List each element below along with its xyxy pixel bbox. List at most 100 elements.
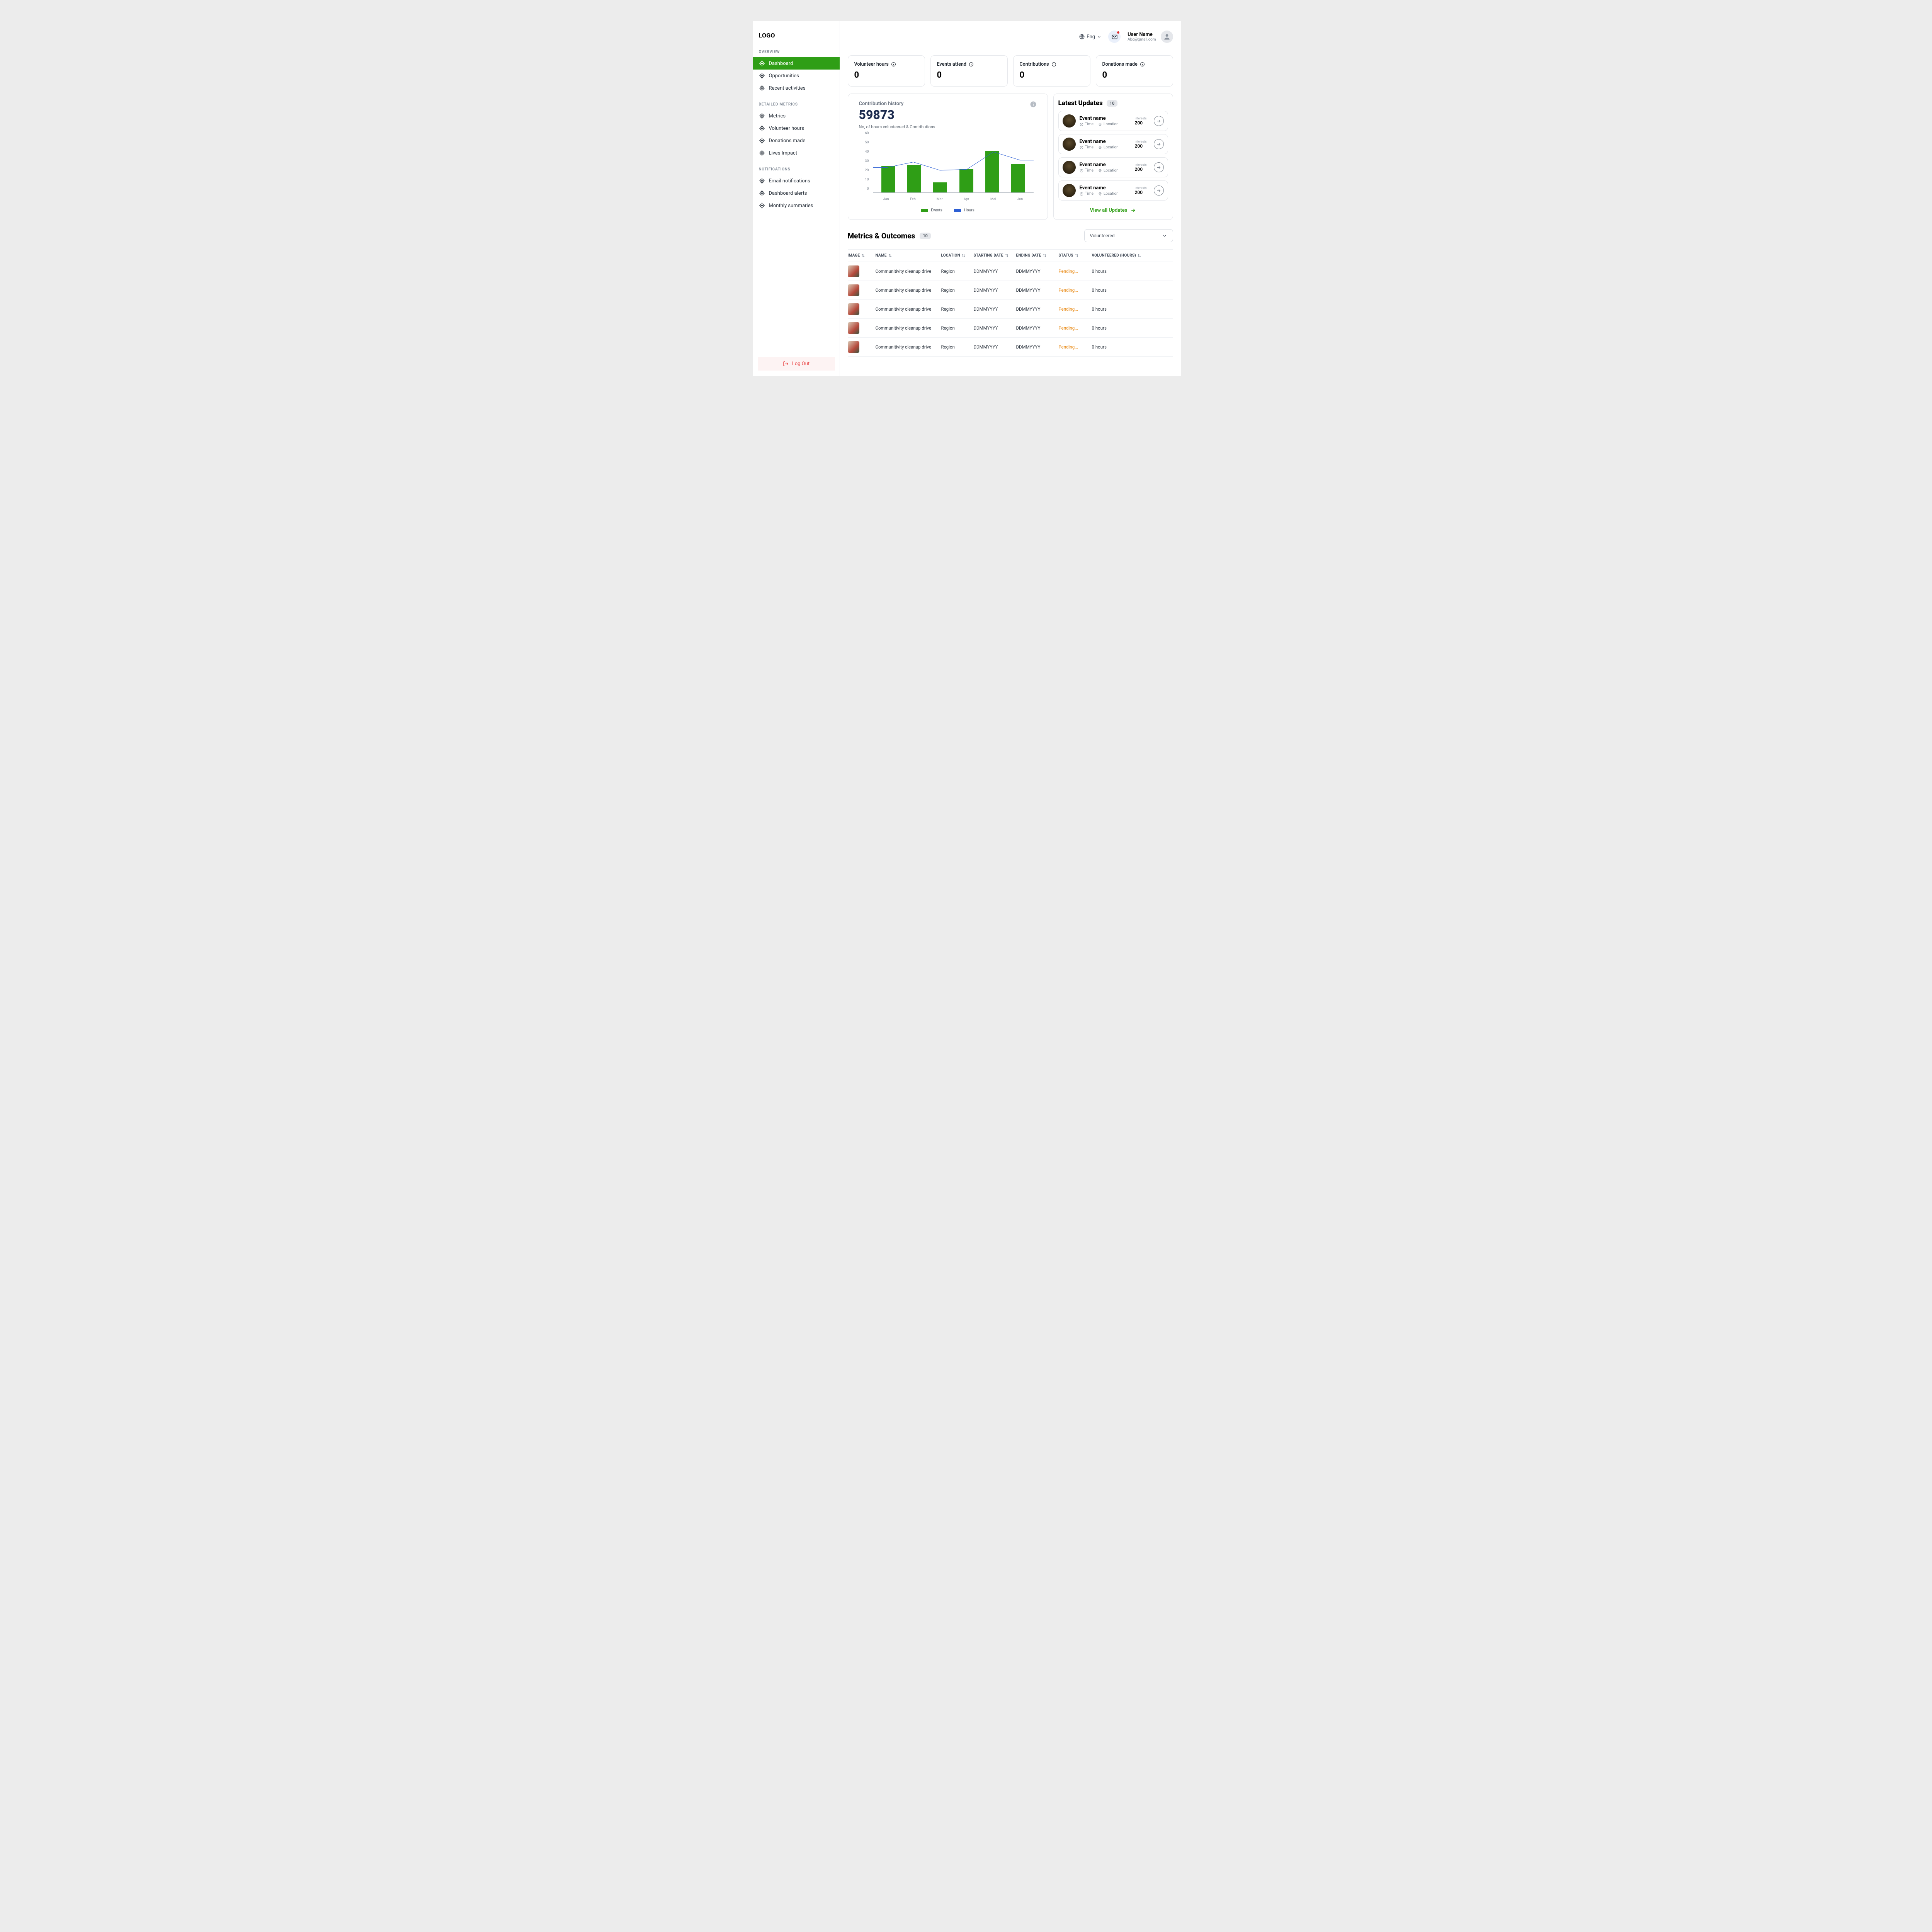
sidebar-item-volunteer-hours[interactable]: Volunteer hours: [753, 122, 840, 134]
cell-hours: 0 hours: [1092, 306, 1146, 312]
sort-icon: [888, 254, 892, 257]
cell-end: DDMMYYYY: [1016, 344, 1059, 350]
x-tick: Mar: [933, 194, 947, 203]
target-icon: [759, 125, 765, 131]
chart-bar: [985, 151, 999, 192]
table-header[interactable]: VOLUNTEERED (HOURS): [1092, 253, 1146, 258]
y-tick: 20: [865, 168, 869, 172]
table-header[interactable]: ENDING DATE: [1016, 253, 1059, 258]
metrics-table: IMAGENAMELOCATIONSTARTING DATEENDING DAT…: [848, 249, 1173, 357]
row-thumbnail: [848, 284, 859, 296]
sidebar-item-label: Opportunities: [769, 73, 799, 79]
history-chart: 0102030405060 JanFebMarAprMaiJun: [859, 137, 1037, 203]
metrics-filter-select[interactable]: Volunteered: [1084, 229, 1173, 242]
info-icon[interactable]: [891, 62, 896, 67]
cell-location: Region: [941, 287, 974, 293]
update-item[interactable]: Event nameTimeLocationinterests200: [1058, 157, 1168, 177]
target-icon: [759, 178, 765, 184]
updates-title: Latest Updates: [1058, 99, 1103, 107]
event-name: Event name: [1080, 116, 1131, 121]
clock-icon: [1080, 122, 1083, 126]
view-all-updates-link[interactable]: View all Updates: [1058, 204, 1168, 214]
user-icon: [1163, 33, 1171, 41]
sort-icon: [1138, 254, 1141, 257]
cell-image: [848, 322, 876, 334]
cell-end: DDMMYYYY: [1016, 325, 1059, 331]
user-block[interactable]: User Name Abc@gmail.com: [1128, 31, 1173, 43]
main-content: Eng User Name Abc@gmail.com Volunteer ho…: [840, 21, 1181, 376]
stat-card: Events attend0: [930, 55, 1008, 87]
table-header[interactable]: IMAGE: [848, 253, 876, 258]
event-location: Location: [1098, 145, 1119, 150]
sidebar-item-label: Recent activities: [769, 85, 806, 91]
event-name: Event name: [1080, 185, 1131, 191]
user-name: User Name: [1128, 32, 1156, 37]
cell-location: Region: [941, 325, 974, 331]
interests-label: interests: [1135, 140, 1147, 143]
logout-button[interactable]: Log Out: [758, 357, 835, 371]
target-icon: [759, 190, 765, 196]
table-header[interactable]: LOCATION: [941, 253, 974, 258]
cell-start: DDMMYYYY: [974, 269, 1016, 274]
cell-name: Communitivity cleanup drive: [876, 269, 941, 274]
update-item[interactable]: Event nameTimeLocationinterests200: [1058, 180, 1168, 201]
interests-label: interests: [1135, 117, 1147, 120]
info-icon[interactable]: [969, 62, 974, 67]
sidebar-item-metrics[interactable]: Metrics: [753, 110, 840, 122]
sidebar-item-label: Lives Impact: [769, 150, 798, 156]
sidebar-item-dashboard-alerts[interactable]: Dashboard alerts: [753, 187, 840, 199]
clock-icon: [1080, 169, 1083, 173]
event-location: Location: [1098, 192, 1119, 196]
update-item[interactable]: Event nameTimeLocationinterests200: [1058, 134, 1168, 154]
x-tick: Mai: [986, 194, 1000, 203]
y-tick: 40: [865, 150, 869, 154]
sidebar-item-label: Donations made: [769, 138, 806, 144]
table-row[interactable]: Communitivity cleanup driveRegionDDMMYYY…: [848, 338, 1173, 357]
sidebar-item-label: Email notifications: [769, 178, 810, 184]
section-label: OVERVIEW: [753, 49, 840, 57]
y-tick: 50: [865, 141, 869, 145]
pin-icon: [1098, 169, 1102, 173]
language-switcher[interactable]: Eng: [1079, 34, 1101, 40]
interests-label: interests: [1135, 186, 1147, 190]
cell-name: Communitivity cleanup drive: [876, 344, 941, 350]
sidebar-item-email-notifications[interactable]: Email notifications: [753, 175, 840, 187]
table-row[interactable]: Communitivity cleanup driveRegionDDMMYYY…: [848, 281, 1173, 300]
table-row[interactable]: Communitivity cleanup driveRegionDDMMYYY…: [848, 319, 1173, 338]
event-location: Location: [1098, 168, 1119, 173]
sidebar-item-lives-impact[interactable]: Lives Impact: [753, 147, 840, 159]
chevron-down-icon: [1162, 233, 1167, 238]
table-header[interactable]: NAME: [876, 253, 941, 258]
sidebar-item-monthly-summaries[interactable]: Monthly summaries: [753, 199, 840, 212]
event-name: Event name: [1080, 139, 1131, 145]
cell-location: Region: [941, 306, 974, 312]
cell-image: [848, 341, 876, 353]
info-icon[interactable]: [1140, 62, 1145, 67]
section-label: NOTIFICATIONS: [753, 166, 840, 175]
sort-icon: [962, 254, 965, 257]
table-header[interactable]: STARTING DATE: [974, 253, 1016, 258]
sidebar-item-dashboard[interactable]: Dashboard: [753, 57, 840, 70]
table-row[interactable]: Communitivity cleanup driveRegionDDMMYYY…: [848, 300, 1173, 319]
history-value: 59873: [859, 107, 1030, 122]
cell-hours: 0 hours: [1092, 344, 1146, 350]
cell-end: DDMMYYYY: [1016, 269, 1059, 274]
info-icon[interactable]: [1030, 101, 1037, 108]
update-item[interactable]: Event nameTimeLocationinterests200: [1058, 111, 1168, 131]
y-tick: 0: [867, 187, 869, 191]
sidebar-item-recent-activities[interactable]: Recent activities: [753, 82, 840, 94]
table-header[interactable]: STATUS: [1059, 253, 1092, 258]
interests-label: interests: [1135, 163, 1147, 167]
table-row[interactable]: Communitivity cleanup driveRegionDDMMYYY…: [848, 262, 1173, 281]
info-icon[interactable]: [1051, 62, 1056, 67]
chart-bar: [959, 169, 973, 192]
mail-button[interactable]: [1108, 31, 1121, 43]
sidebar-item-donations-made[interactable]: Donations made: [753, 134, 840, 147]
target-icon: [759, 138, 765, 144]
sidebar-item-label: Dashboard alerts: [769, 190, 807, 196]
legend-swatch: [954, 209, 961, 212]
sidebar-item-opportunities[interactable]: Opportunities: [753, 70, 840, 82]
arrow-circle-icon: [1154, 162, 1164, 172]
metrics-count-badge: 10: [920, 233, 931, 239]
metrics-title: Metrics & Outcomes: [848, 231, 915, 240]
